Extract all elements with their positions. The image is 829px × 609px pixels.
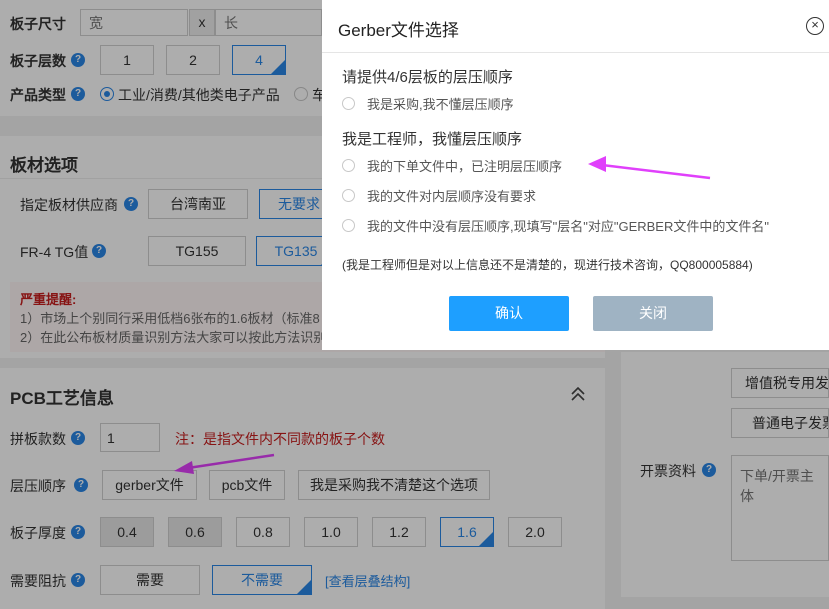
radio-option-no-requirement-label: 我的文件对内层顺序没有要求 (367, 189, 537, 204)
radio-circle (342, 159, 355, 172)
radio-option-in-file-label: 我的下单文件中，已注明层压顺序 (367, 159, 563, 174)
radio-option-manual-label: 我的文件中没有层压顺序,现填写"层名"对应"GERBER文件中的文件名" (367, 219, 769, 234)
dialog-note: (我是工程师但是对以上信息还不是清楚的，现进行技术咨询，QQ800005884) (342, 258, 753, 272)
arrow-head (588, 156, 606, 172)
arrow-shaft (601, 163, 711, 180)
dialog-question: 请提供4/6层板的层压顺序 (342, 69, 513, 86)
close-button[interactable]: 关闭 (593, 296, 713, 331)
dialog-divider (322, 52, 829, 53)
close-icon[interactable]: × (806, 17, 824, 35)
radio-circle (342, 189, 355, 202)
gerber-dialog: Gerber文件选择 × 请提供4/6层板的层压顺序 我是采购,我不懂层压顺序 … (322, 0, 829, 350)
radio-circle (342, 219, 355, 232)
radio-option-buyer-label: 我是采购,我不懂层压顺序 (367, 97, 514, 112)
dialog-title: Gerber文件选择 (338, 21, 459, 40)
confirm-button[interactable]: 确认 (449, 296, 569, 331)
annotation-arrow-icon (588, 156, 711, 180)
radio-circle (342, 97, 355, 110)
engineer-heading: 我是工程师，我懂层压顺序 (342, 131, 523, 148)
